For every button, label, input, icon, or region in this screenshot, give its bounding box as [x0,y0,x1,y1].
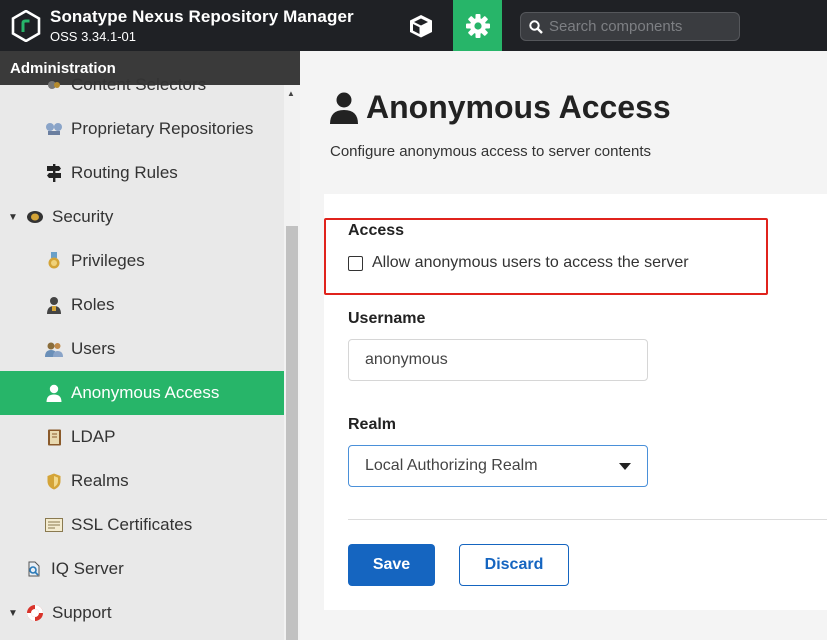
page-title: Anonymous Access [366,89,671,125]
sidebar-item-iq-server[interactable]: IQ Server [0,547,284,591]
realm-select[interactable]: Local Authorizing Realm [348,445,648,487]
sidebar-item-content-selectors[interactable]: Content Selectors [0,63,284,107]
sidebar-item-proprietary-repositories[interactable]: Proprietary Repositories [0,107,284,151]
scroll-up-arrow-icon[interactable]: ▲ [287,89,295,98]
app-title: Sonatype Nexus Repository Manager [50,7,354,26]
lifebuoy-icon [26,604,44,622]
sidebar-item-label: Users [71,339,116,358]
username-label: Username [348,310,426,327]
sidebar-item-label: Privileges [71,251,145,270]
sidebar-item-support[interactable]: ▼ Support [0,591,284,635]
selector-icon [45,76,63,94]
sidebar-item-privileges[interactable]: Privileges [0,239,284,283]
search-icon [529,19,543,34]
sidebar-item-label: Proprietary Repositories [71,119,254,138]
proprietary-icon [45,120,63,138]
sidebar-item-label: SSL Certificates [71,515,193,534]
sidebar-item-ldap[interactable]: LDAP [0,415,284,459]
sidebar-item-label: Security [52,207,114,226]
sidebar: Administration Content Selectors Proprie… [0,51,300,640]
user-icon [330,92,358,124]
sidebar-item-security[interactable]: ▼ Security [0,195,284,239]
sidebar-item-roles[interactable]: Roles [0,283,284,327]
sidebar-item-label: LDAP [71,427,116,446]
sidebar-item-realms[interactable]: Realms [0,459,284,503]
shield-icon [45,472,63,490]
realm-label: Realm [348,416,397,433]
sidebar-item-label: Realms [71,471,129,490]
form-divider [348,519,827,520]
sidebar-scrollbar-thumb[interactable] [286,226,298,640]
nexus-logo-icon[interactable] [11,10,41,42]
signpost-icon [45,164,63,182]
search-input[interactable] [549,18,739,35]
administration-button[interactable] [453,0,502,51]
users-icon [45,340,63,358]
sidebar-item-ssl-certificates[interactable]: SSL Certificates [0,503,284,547]
app-version: OSS 3.34.1-01 [50,29,136,44]
sidebar-item-users[interactable]: Users [0,327,284,371]
page-header: Anonymous Access [330,89,671,126]
sidebar-item-label: Anonymous Access [71,383,220,402]
sidebar-item-label: IQ Server [51,559,124,578]
app-header: Sonatype Nexus Repository Manager OSS 3.… [0,0,827,51]
role-icon [45,296,63,314]
gear-icon [465,13,490,38]
search-box[interactable] [520,12,740,41]
realm-select-value: Local Authorizing Realm [365,457,538,474]
sidebar-item-label: Content Selectors [71,75,207,94]
user-icon [45,384,63,402]
save-button[interactable]: Save [348,544,435,586]
chevron-down-icon[interactable]: ▼ [8,608,18,619]
chevron-down-icon[interactable]: ▼ [8,212,18,223]
certificate-icon [45,516,63,534]
page-description: Configure anonymous access to server con… [330,143,651,160]
badge-icon [26,208,44,226]
sidebar-item-label: Roles [71,295,115,314]
sidebar-item-anonymous-access[interactable]: Anonymous Access [0,371,284,415]
discard-button[interactable]: Discard [459,544,569,586]
main-content: Anonymous Access Configure anonymous acc… [300,51,827,640]
browse-button[interactable] [395,0,447,51]
sidebar-item-routing-rules[interactable]: Routing Rules [0,151,284,195]
iq-icon [25,560,43,578]
sidebar-item-label: Support [52,603,112,622]
access-highlight-box [324,218,768,295]
username-field[interactable]: anonymous [348,339,648,381]
sidebar-item-label: Routing Rules [71,163,178,182]
medal-icon [45,252,63,270]
cube-icon [410,14,432,37]
book-icon [45,428,63,446]
caret-down-icon [619,462,631,470]
